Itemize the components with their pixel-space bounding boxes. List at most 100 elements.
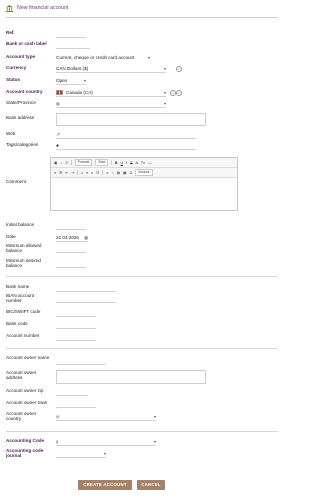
- copy-icon[interactable]: ⎘: [65, 161, 68, 165]
- owner-zip-input[interactable]: [56, 388, 88, 396]
- row-iban: IBAN account number: [6, 293, 278, 305]
- align-right-icon[interactable]: ⫸: [91, 171, 93, 175]
- indent-icon[interactable]: ⇥: [71, 171, 74, 175]
- row-accounting-code: Accounting Code ▮ ▾: [6, 438, 278, 447]
- status-select[interactable]: Open ▾: [56, 77, 86, 85]
- owner-zip-label: Account owner zip: [6, 388, 44, 393]
- account-type-select[interactable]: Current, cheque or credit card account ▾: [56, 54, 150, 61]
- min-desired-label: Minimum desired balance: [6, 258, 41, 269]
- map-icon: ▦: [56, 101, 60, 106]
- size-dropdown[interactable]: Size: [95, 159, 109, 166]
- address-textarea[interactable]: [56, 113, 206, 126]
- table-icon[interactable]: ▦: [123, 171, 126, 175]
- owner-name-input[interactable]: [56, 357, 106, 365]
- comment-label: Comment: [6, 179, 26, 184]
- unlink-icon[interactable]: ⌁: [112, 171, 114, 175]
- chevron-down-icon: ▾: [163, 101, 166, 106]
- account-number-input[interactable]: [56, 333, 96, 341]
- row-account-type: Account type Current, cheque or credit c…: [6, 54, 278, 63]
- hr-button[interactable]: —: [148, 161, 152, 165]
- clear-format-button[interactable]: Tx: [141, 161, 145, 165]
- owner-town-input[interactable]: [56, 400, 96, 408]
- justify-icon[interactable]: ☷: [96, 171, 99, 175]
- owner-country-select[interactable]: ◍ ▾: [56, 413, 156, 421]
- help-icon[interactable]: ?: [176, 90, 182, 96]
- screen-icon[interactable]: ▣: [54, 161, 57, 165]
- calendar-icon[interactable]: ▦: [84, 235, 88, 240]
- chevron-down-icon: ▾: [147, 55, 150, 60]
- outdent-icon[interactable]: ⇤: [65, 171, 68, 175]
- comment-editor[interactable]: ▣ ⌕ ⎘ Format Size B U I S A Tx — ≡ ☰ ⇤ ⇥…: [50, 157, 238, 211]
- country-select[interactable]: Canada (CA) ▾: [56, 89, 166, 97]
- tag-icon: ●: [56, 142, 60, 149]
- initial-balance-input[interactable]: [56, 222, 86, 230]
- tags-input[interactable]: ●: [56, 142, 196, 150]
- owner-address-textarea[interactable]: [56, 370, 206, 384]
- row-owner-zip: Account owner zip: [6, 388, 278, 397]
- align-center-icon[interactable]: ≡: [86, 171, 88, 175]
- owner-country-label: Account owner country: [6, 411, 37, 422]
- source-button[interactable]: Source: [135, 169, 153, 176]
- special-char-icon[interactable]: Ω: [130, 171, 133, 175]
- accounting-journal-select[interactable]: ▾: [56, 450, 106, 458]
- accounting-journal-label: Accounting code journal: [6, 448, 44, 459]
- row-account-number: Account number: [6, 333, 278, 342]
- row-web: Web ↗: [6, 131, 278, 140]
- bank-label-input[interactable]: [56, 41, 90, 49]
- state-select[interactable]: ▦ ▾: [56, 100, 166, 108]
- row-tags: Tags/categories ●: [6, 142, 278, 151]
- accounting-code-label: Accounting Code: [6, 438, 45, 443]
- ul-icon[interactable]: ☰: [59, 171, 62, 175]
- bank-name-input[interactable]: [56, 284, 116, 292]
- bank-label-label: Bank or cash label: [6, 41, 47, 46]
- row-min-desired: Minimum desired balance: [6, 258, 278, 270]
- account-type-label: Account type: [6, 54, 36, 59]
- row-bank-name: Bank name: [6, 284, 278, 293]
- web-label: Web: [6, 131, 16, 136]
- bank-code-label: Bank code: [6, 321, 28, 326]
- bic-label: BIC/SWIFT code: [6, 309, 41, 314]
- min-allowed-label: Minimum allowed balance: [6, 243, 42, 254]
- currency-value: CAN Dollars ($): [56, 66, 89, 71]
- web-input[interactable]: ↗: [56, 131, 196, 139]
- bank-icon: [6, 4, 13, 12]
- zoom-icon[interactable]: ⌕: [60, 161, 62, 165]
- page-title: New financial account: [17, 5, 69, 11]
- help-icon[interactable]: ?: [176, 66, 182, 72]
- bold-button[interactable]: B: [115, 161, 118, 165]
- row-owner-country: Account owner country ◍ ▾: [6, 411, 278, 423]
- bic-input[interactable]: [56, 309, 96, 317]
- country-value: Canada (CA): [66, 90, 93, 95]
- bank-code-input[interactable]: [56, 321, 96, 329]
- row-accounting-journal: Accounting code journal ▾: [6, 448, 278, 460]
- ol-icon[interactable]: ≡: [54, 171, 56, 175]
- ledger-icon: ▮: [56, 439, 59, 444]
- min-allowed-input[interactable]: [56, 245, 86, 253]
- owner-name-label: Account owner name: [6, 355, 50, 360]
- section-divider: [6, 276, 278, 277]
- iban-label: IBAN account number: [6, 293, 35, 304]
- chevron-down-icon: ▾: [153, 414, 156, 419]
- country-label: Account country: [6, 89, 43, 94]
- ref-input[interactable]: [56, 30, 86, 38]
- format-dropdown[interactable]: Format: [74, 159, 93, 166]
- ref-label: Ref.: [6, 30, 15, 35]
- link-icon[interactable]: ∞: [106, 171, 109, 175]
- min-desired-input[interactable]: [56, 260, 86, 268]
- date-input[interactable]: 22.04.2026 ▦: [56, 234, 88, 242]
- image-icon[interactable]: ▤: [117, 171, 120, 175]
- tags-label: Tags/categories: [6, 142, 39, 147]
- row-owner-name: Account owner name: [6, 355, 278, 367]
- align-left-icon[interactable]: ⫷: [81, 171, 83, 175]
- cancel-button[interactable]: CANCEL: [137, 480, 165, 490]
- canada-flag-icon: [56, 89, 63, 96]
- accounting-code-select[interactable]: ▮ ▾: [56, 438, 156, 446]
- text-color-button[interactable]: A: [136, 161, 138, 165]
- create-account-button[interactable]: CREATE ACCOUNT: [78, 480, 132, 490]
- currency-select[interactable]: CAN Dollars ($) ▾: [56, 65, 166, 73]
- italic-button[interactable]: I: [126, 161, 127, 165]
- strike-button[interactable]: S: [130, 161, 132, 165]
- editor-toolbar-2: ≡ ☰ ⇤ ⇥ ⫷ ≡ ⫸ ☷ ∞ ⌁ ▤ ▦ Ω Source: [51, 168, 237, 178]
- underline-button[interactable]: U: [120, 161, 123, 165]
- iban-input[interactable]: [56, 295, 116, 303]
